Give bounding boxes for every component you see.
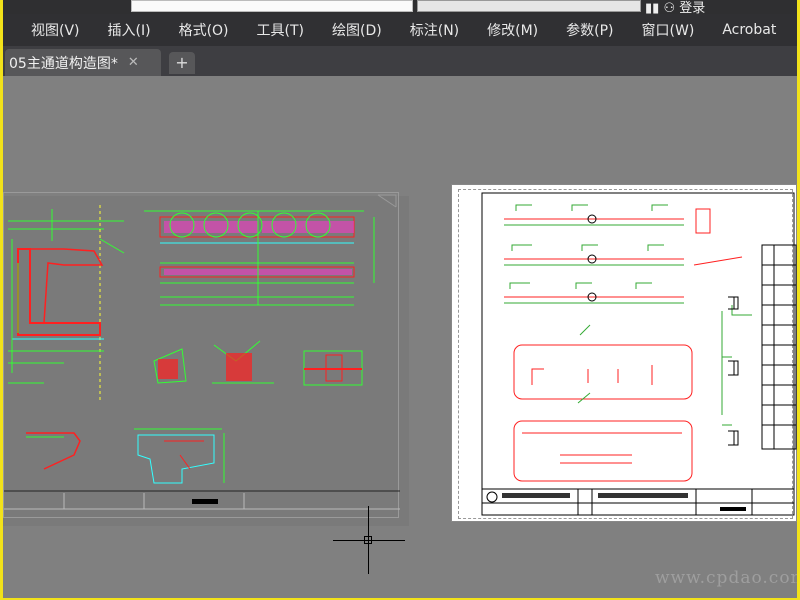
menu-dimension[interactable]: 标注(N) xyxy=(410,20,459,40)
title-strip: ▮▮ ⚇ 登录 xyxy=(3,0,797,16)
drawing-right-graphics xyxy=(481,192,797,516)
menu-insert[interactable]: 插入(I) xyxy=(108,20,151,40)
tab-document-label: 05主通道构造图* xyxy=(9,55,118,72)
menu-tools[interactable]: 工具(T) xyxy=(257,20,304,40)
menu-format[interactable]: 格式(O) xyxy=(179,20,229,40)
new-tab-button[interactable]: + xyxy=(169,52,195,74)
close-icon[interactable]: ✕ xyxy=(128,55,139,70)
drawing-canvas[interactable]: www.cpdao.com xyxy=(3,76,797,598)
menu-modify[interactable]: 修改(M) xyxy=(487,20,538,40)
drawing-sheet-left xyxy=(3,192,400,518)
menu-view[interactable]: 视图(V) xyxy=(31,20,80,40)
menu-acrobat[interactable]: Acrobat xyxy=(722,22,776,38)
drawing-left-graphics xyxy=(4,194,400,510)
autocad-window: ▮▮ ⚇ 登录 视图(V) 插入(I) 格式(O) 工具(T) 绘图(D) 标注… xyxy=(3,0,797,598)
title-field[interactable] xyxy=(131,0,413,12)
watermark: www.cpdao.com xyxy=(655,568,797,588)
menubar: 视图(V) 插入(I) 格式(O) 工具(T) 绘图(D) 标注(N) 修改(M… xyxy=(3,14,797,46)
menu-draw[interactable]: 绘图(D) xyxy=(332,20,382,40)
drawing-sheet-right xyxy=(451,184,797,522)
document-tabbar: 05主通道构造图* ✕ + xyxy=(3,46,797,76)
tab-document[interactable]: 05主通道构造图* ✕ xyxy=(5,49,161,76)
cursor-pickbox xyxy=(364,536,372,544)
menu-window[interactable]: 窗口(W) xyxy=(642,20,695,40)
search-box[interactable] xyxy=(417,0,641,12)
menu-parametric[interactable]: 参数(P) xyxy=(566,20,613,40)
